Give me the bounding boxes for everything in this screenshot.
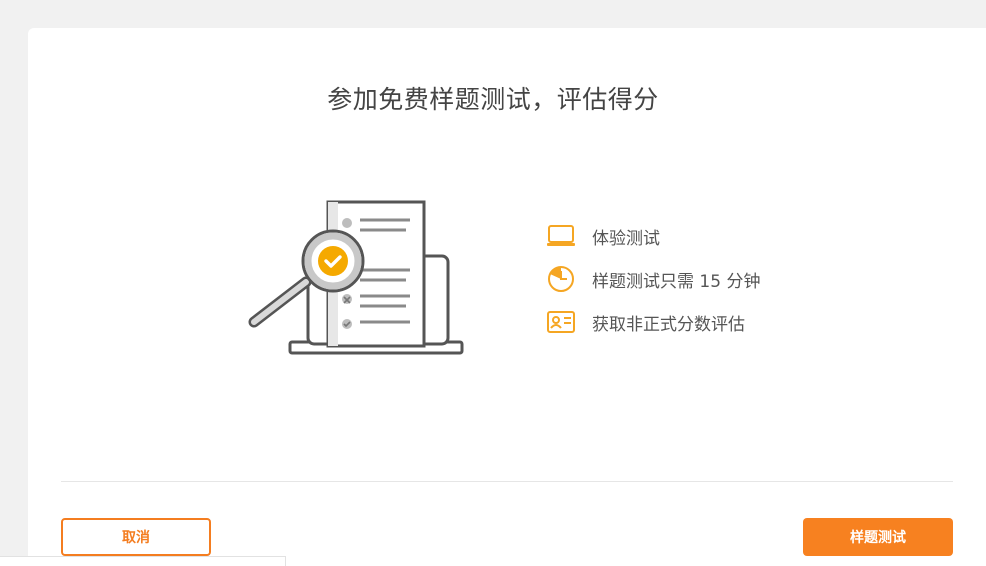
feature-label: 样题测试只需 15 分钟 (592, 271, 761, 292)
background-panel-edge (0, 556, 286, 566)
timer-icon (546, 265, 576, 293)
feature-item-experience: 体验测试 (546, 222, 760, 250)
start-sample-test-button[interactable]: 样题测试 (803, 518, 953, 556)
laptop-icon (546, 222, 576, 250)
id-card-icon (546, 308, 576, 336)
dialog-title: 参加免费样题测试，评估得分 (327, 85, 659, 114)
feature-item-duration: 样题测试只需 15 分钟 (546, 265, 760, 293)
feature-label: 体验测试 (592, 228, 660, 249)
feature-list: 体验测试 样题测试只需 15 分钟 获取非正式分数评估 (546, 222, 760, 351)
footer-divider (61, 481, 953, 482)
cancel-button[interactable]: 取消 (61, 518, 211, 556)
feature-item-score: 获取非正式分数评估 (546, 308, 760, 336)
feature-label: 获取非正式分数评估 (592, 314, 745, 335)
test-review-illustration (248, 200, 464, 355)
